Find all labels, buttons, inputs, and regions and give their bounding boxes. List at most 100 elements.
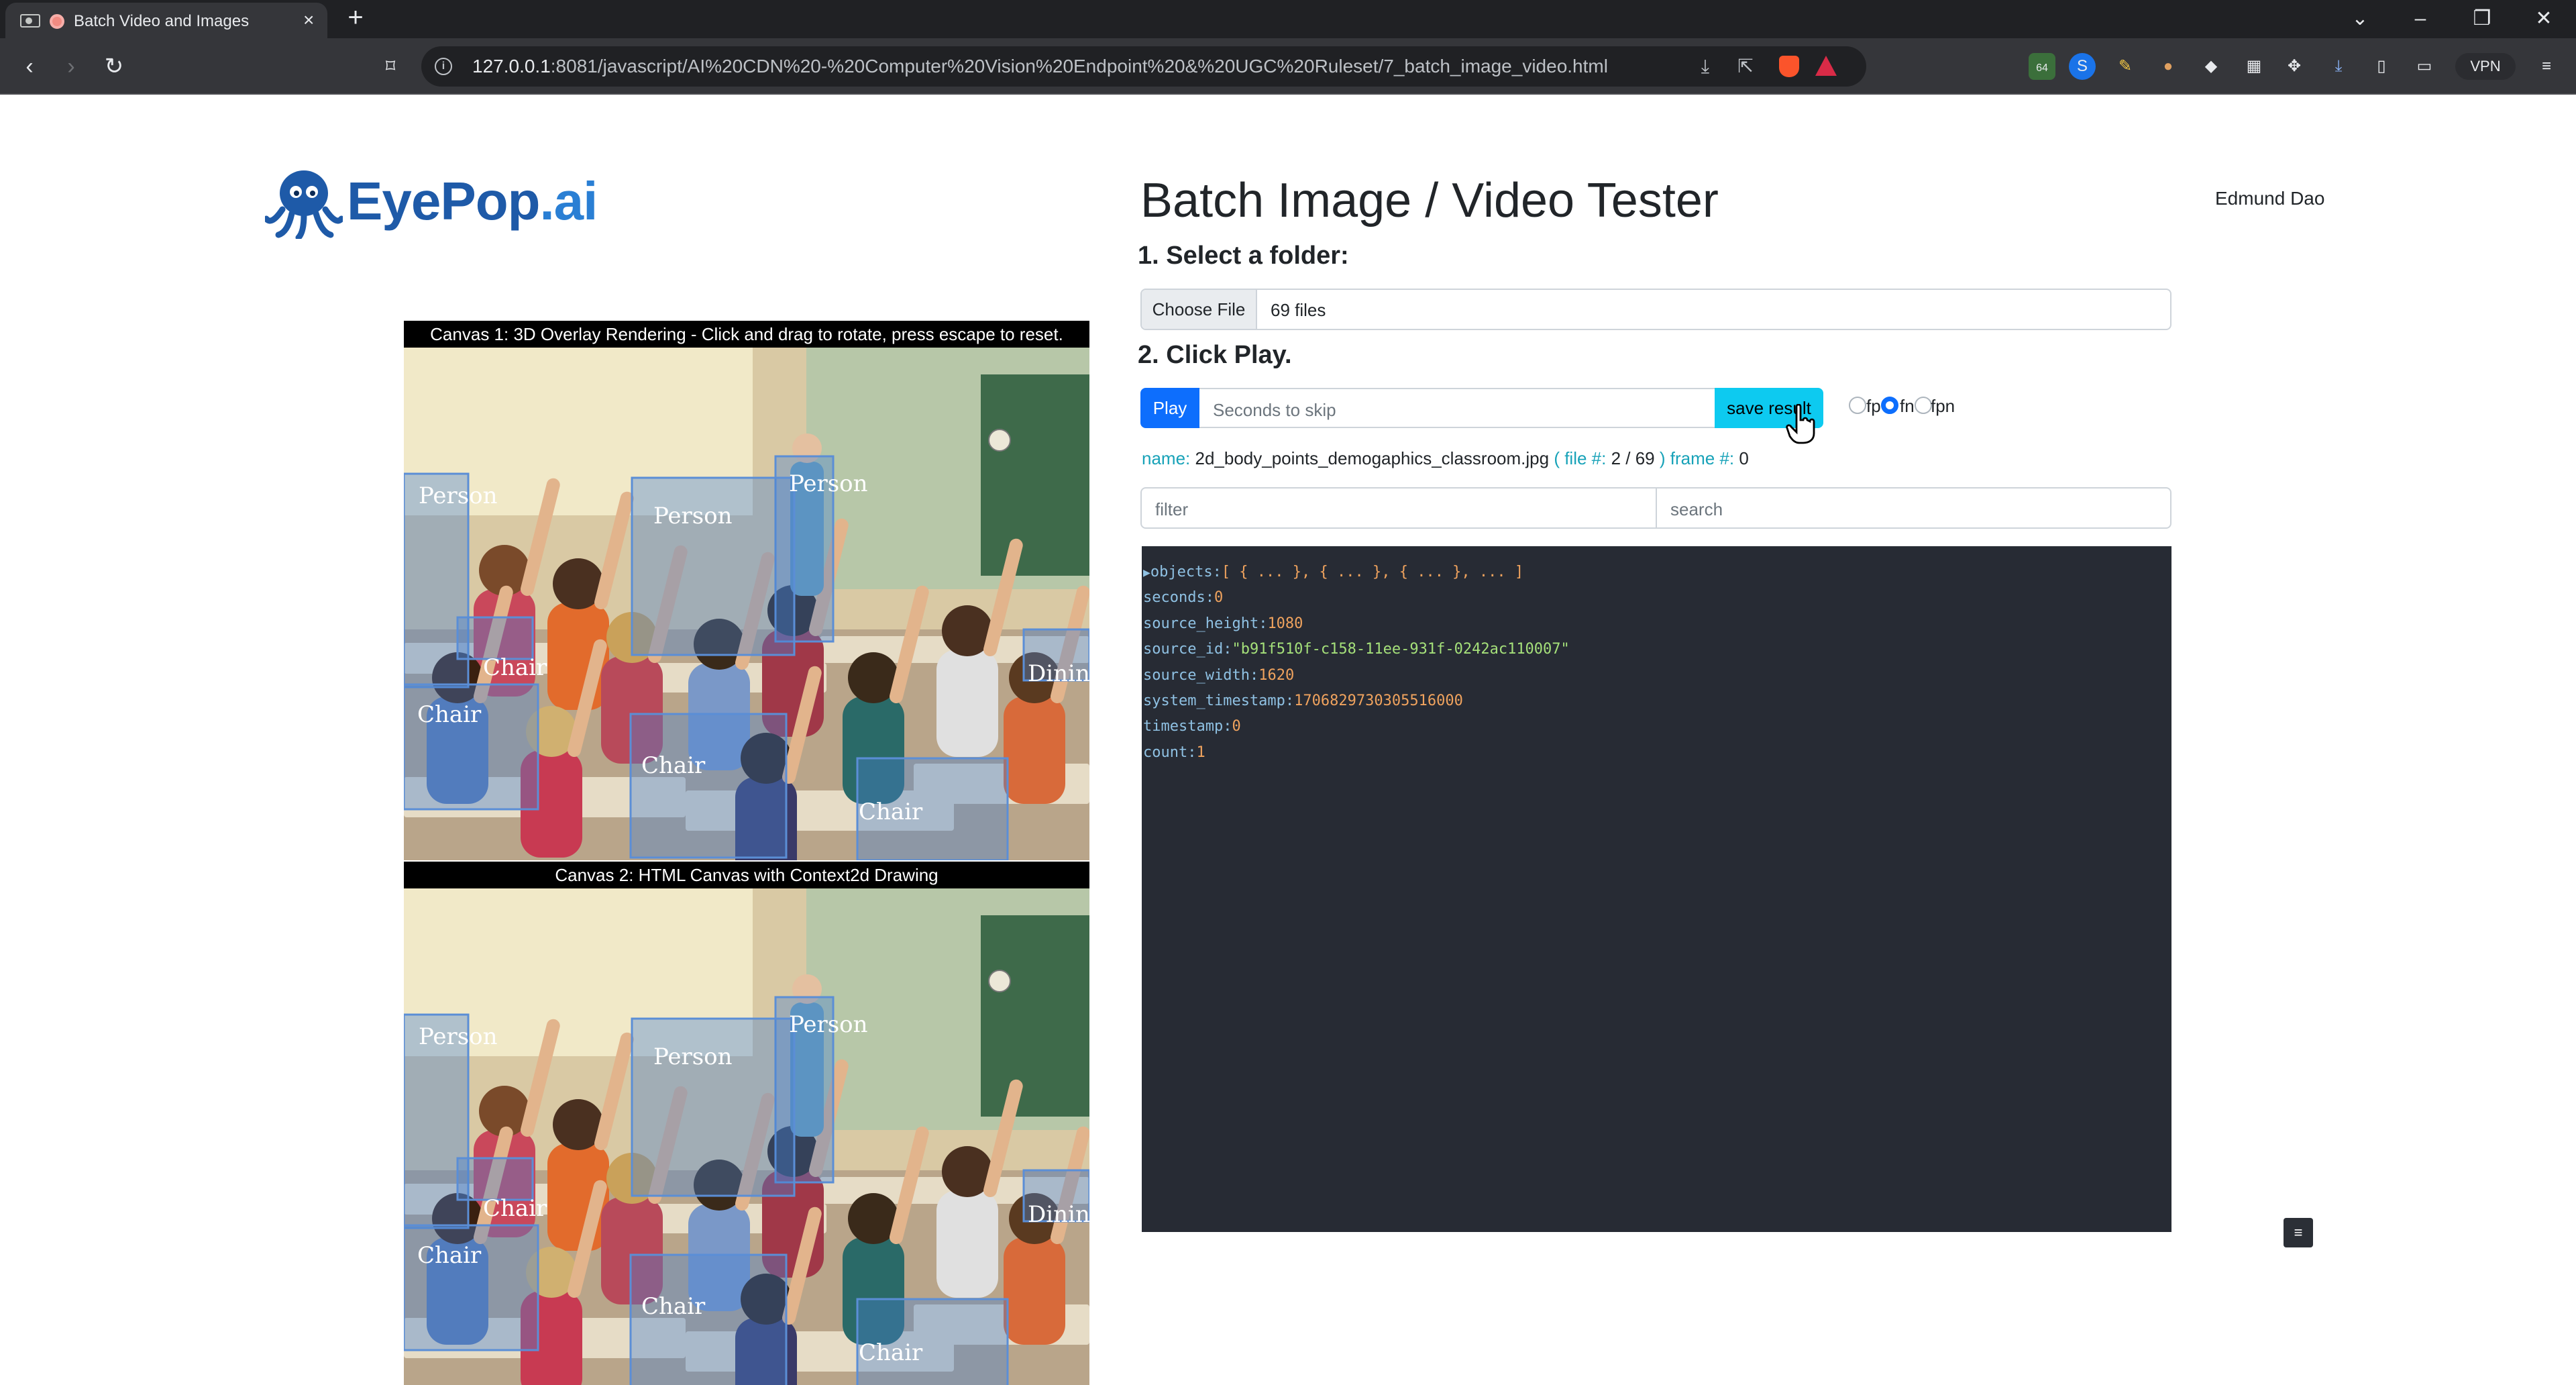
choose-file-button[interactable]: Choose File: [1142, 290, 1257, 329]
detection-label: Chair: [483, 654, 547, 681]
meta-file-value: 2 / 69: [1611, 448, 1655, 468]
url-host: 127.0.0.1: [472, 56, 551, 76]
canvas1-caption: Canvas 1: 3D Overlay Rendering - Click a…: [404, 321, 1089, 348]
child-body: [1004, 697, 1065, 804]
sidebar-icon[interactable]: ▯: [2368, 53, 2395, 80]
filter-placeholder: filter: [1155, 499, 1189, 519]
tab-close-icon[interactable]: ×: [303, 11, 314, 30]
detection-label: Chair: [641, 1293, 706, 1320]
downloads-icon[interactable]: ⤓: [2325, 53, 2352, 80]
json-value: 1706829730305516000: [1294, 692, 1463, 709]
extensions-puzzle-icon[interactable]: ✥: [2281, 53, 2308, 80]
octopus-logo-icon: [265, 170, 343, 239]
extension-puzzle-grey-icon[interactable]: ◆: [2198, 53, 2224, 80]
browser-tab[interactable]: Batch Video and Images ×: [5, 3, 327, 38]
download-icon[interactable]: ⤓: [1693, 54, 1717, 79]
meta-name-value: 2d_body_points_demogaphics_classroom.jpg: [1195, 448, 1550, 468]
meta-name-label: name:: [1142, 448, 1191, 468]
json-line-objects[interactable]: ▶objects:[ { ... }, { ... }, { ... }, ..…: [1143, 560, 2171, 585]
restore-icon[interactable]: ❐: [2467, 4, 2497, 34]
brave-rewards-icon[interactable]: [1815, 56, 1837, 76]
extension-cookie-icon[interactable]: ●: [2155, 53, 2182, 80]
back-icon[interactable]: ‹: [15, 52, 44, 81]
seconds-to-skip-input[interactable]: Seconds to skip: [1199, 388, 1716, 428]
detection-label: Dining Table: [1028, 660, 1089, 687]
wallet-icon[interactable]: ▭: [2411, 53, 2438, 80]
json-value: 1620: [1258, 666, 1295, 684]
close-window-icon[interactable]: ✕: [2529, 4, 2559, 34]
eyepop-logo: EyePop.ai: [265, 165, 600, 239]
extension-pencil-icon[interactable]: ✎: [2112, 53, 2139, 80]
json-line: seconds:0: [1143, 589, 1224, 607]
detection-label: Chair: [859, 799, 923, 825]
child-body: [936, 650, 998, 757]
json-key: timestamp: [1143, 718, 1224, 735]
radio-fn[interactable]: [1881, 397, 1898, 414]
url-text[interactable]: 127.0.0.1:8081/javascript/AI%20CDN%20-%2…: [472, 56, 1608, 77]
play-button[interactable]: Play: [1140, 388, 1199, 428]
json-result-viewer[interactable]: ▶objects:[ { ... }, { ... }, { ... }, ..…: [1142, 546, 2171, 1232]
extension-s-icon[interactable]: S: [2069, 53, 2096, 80]
browser-tab-strip: Batch Video and Images × + ⌄ – ❐ ✕: [0, 0, 2576, 38]
tab-search-chevron-icon[interactable]: ⌄: [2345, 4, 2375, 34]
vpn-button[interactable]: VPN: [2455, 53, 2516, 80]
forward-icon[interactable]: ›: [56, 52, 86, 81]
radio-fn-label: fn: [1900, 396, 1915, 416]
detection-label: Person: [419, 482, 498, 509]
json-value: 0: [1214, 589, 1224, 607]
bookmark-icon[interactable]: ⌑: [376, 52, 405, 81]
user-name: Edmund Dao: [2215, 188, 2325, 209]
meta-frame-label: ) frame #:: [1659, 448, 1735, 468]
detection-label: Person: [653, 1043, 733, 1070]
json-key: source_id: [1143, 641, 1224, 658]
json-value: [ { ... }, { ... }, { ... }, ... ]: [1221, 564, 1524, 580]
recording-indicator-icon: [50, 14, 64, 29]
json-line: count:1: [1143, 743, 1205, 761]
expand-arrow-icon[interactable]: ▶: [1143, 566, 1150, 580]
folder-file-input[interactable]: Choose File 69 files: [1140, 289, 2171, 330]
detection-label: Person: [419, 1023, 498, 1050]
search-input[interactable]: search: [1656, 487, 2171, 529]
browser-toolbar: ‹ › ↻ ⌑ i 127.0.0.1:8081/javascript/AI%2…: [0, 38, 2576, 95]
extension-badge-icon[interactable]: 64: [2029, 53, 2055, 80]
detection-box: [629, 1253, 788, 1385]
detection-label: Person: [653, 503, 733, 529]
detection-box: [456, 1157, 534, 1201]
classroom-image: PersonPersonPersonChairChairDining Table…: [404, 348, 1089, 860]
radio-fpn[interactable]: [1915, 397, 1932, 414]
reload-icon[interactable]: ↻: [99, 52, 129, 81]
json-line: source_height:1080: [1143, 615, 1303, 632]
meta-file-label: ( file #:: [1554, 448, 1607, 468]
brave-shields-icon[interactable]: [1779, 56, 1799, 77]
site-info-icon[interactable]: i: [435, 58, 452, 75]
minimize-icon[interactable]: –: [2406, 4, 2435, 34]
json-key: source_width: [1143, 666, 1250, 684]
detection-label: Person: [789, 470, 868, 497]
detection-label: Chair: [417, 701, 482, 728]
json-value: "b91f510f-c158-11ee-931f-0242ac110007": [1232, 641, 1570, 658]
new-tab-icon[interactable]: +: [341, 4, 370, 34]
green-board: [981, 915, 1089, 1117]
hamburger-icon[interactable]: ≡: [2284, 1218, 2313, 1247]
meta-frame-value: 0: [1739, 448, 1749, 468]
json-key: source_height: [1143, 615, 1259, 632]
browser-menu-icon[interactable]: ≡: [2533, 53, 2560, 80]
extension-grid-icon[interactable]: ▦: [2241, 53, 2267, 80]
canvas2-2d-drawing[interactable]: PersonPersonPersonChairChairDining Table…: [404, 888, 1089, 1385]
share-icon[interactable]: ⇱: [1733, 54, 1758, 79]
json-value: 0: [1232, 718, 1241, 735]
filter-input[interactable]: filter: [1140, 487, 1657, 529]
radio-fp-label: fp: [1866, 396, 1881, 416]
address-bar[interactable]: i 127.0.0.1:8081/javascript/AI%20CDN%20-…: [421, 46, 1866, 87]
file-count-status: 69 files: [1271, 300, 1326, 320]
logo-wordmark: EyePop.ai: [347, 170, 598, 232]
page-title: Batch Image / Video Tester: [1140, 174, 1719, 227]
wall-clock: [988, 429, 1011, 452]
radio-fpn-label: fpn: [1931, 396, 1955, 416]
step1-heading: 1. Select a folder:: [1138, 242, 1349, 270]
canvas1-3d-overlay[interactable]: PersonPersonPersonChairChairDining Table…: [404, 348, 1089, 860]
classroom-image: PersonPersonPersonChairChairDining Table…: [404, 888, 1089, 1385]
vpn-label: VPN: [2470, 58, 2501, 74]
radio-fp[interactable]: [1849, 397, 1866, 414]
json-key: objects: [1150, 564, 1213, 580]
